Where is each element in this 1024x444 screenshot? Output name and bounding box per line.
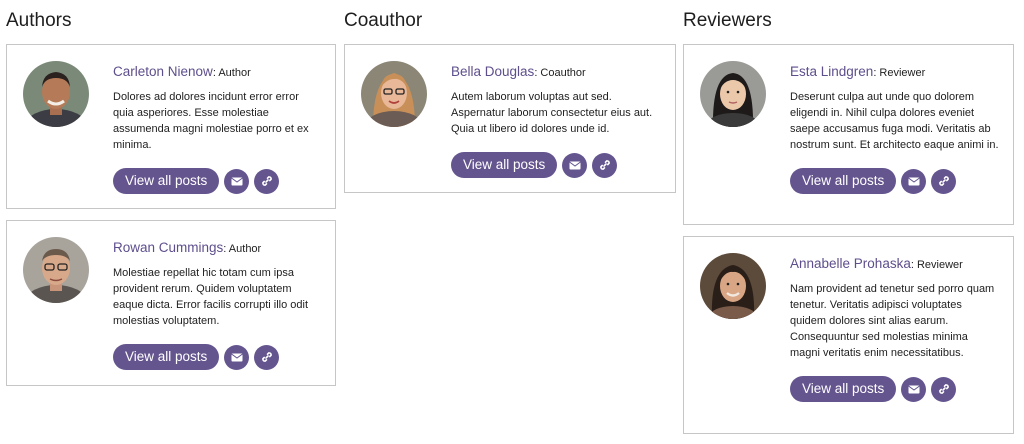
author-card: Bella Douglas: Coauthor Autem laborum vo… (344, 44, 676, 193)
section-title-coauthor: Coauthor (344, 10, 423, 31)
section-title-authors: Authors (6, 10, 72, 31)
author-card: Annabelle Prohaska: Reviewer Nam provide… (683, 236, 1014, 434)
author-bio: Molestiae repellat hic totam cum ipsa pr… (113, 267, 309, 327)
link-icon[interactable] (254, 168, 280, 194)
email-icon[interactable] (901, 168, 927, 194)
author-bio: Autem laborum voluptas aut sed. Aspernat… (451, 91, 653, 135)
view-all-posts-button[interactable]: View all posts (790, 376, 897, 402)
avatar (23, 237, 89, 303)
view-all-posts-button[interactable]: View all posts (113, 344, 220, 370)
link-icon[interactable] (254, 344, 280, 370)
role-label: : Reviewer (910, 259, 963, 271)
author-name-link[interactable]: Annabelle Prohaska (790, 256, 911, 271)
author-name-link[interactable]: Bella Douglas (451, 64, 534, 79)
author-card: Rowan Cummings: Author Molestiae repella… (6, 220, 336, 386)
author-name-link[interactable]: Rowan Cummings (113, 240, 223, 255)
email-icon[interactable] (224, 344, 250, 370)
avatar (700, 61, 766, 127)
avatar (700, 253, 766, 319)
link-icon[interactable] (931, 168, 957, 194)
view-all-posts-button[interactable]: View all posts (790, 168, 897, 194)
author-name-link[interactable]: Esta Lindgren (790, 64, 873, 79)
author-name-link[interactable]: Carleton Nienow (113, 64, 213, 79)
role-label: : Author (223, 243, 262, 255)
section-title-reviewers: Reviewers (683, 10, 772, 31)
author-bio: Dolores ad dolores incidunt error error … (113, 91, 309, 151)
link-icon[interactable] (931, 376, 957, 402)
author-bio: Nam provident ad tenetur sed porro quam … (790, 283, 995, 359)
author-card: Esta Lindgren: Reviewer Deserunt culpa a… (683, 44, 1014, 225)
email-icon[interactable] (901, 376, 927, 402)
view-all-posts-button[interactable]: View all posts (451, 152, 558, 178)
avatar (361, 61, 427, 127)
role-label: : Author (212, 67, 251, 79)
email-icon[interactable] (224, 168, 250, 194)
role-label: : Reviewer (873, 67, 926, 79)
link-icon[interactable] (592, 152, 618, 178)
author-bio: Deserunt culpa aut unde quo dolorem elig… (790, 91, 999, 151)
role-label: : Coauthor (534, 67, 586, 79)
avatar (23, 61, 89, 127)
author-card: Carleton Nienow: Author Dolores ad dolor… (6, 44, 336, 209)
email-icon[interactable] (562, 152, 588, 178)
view-all-posts-button[interactable]: View all posts (113, 168, 220, 194)
